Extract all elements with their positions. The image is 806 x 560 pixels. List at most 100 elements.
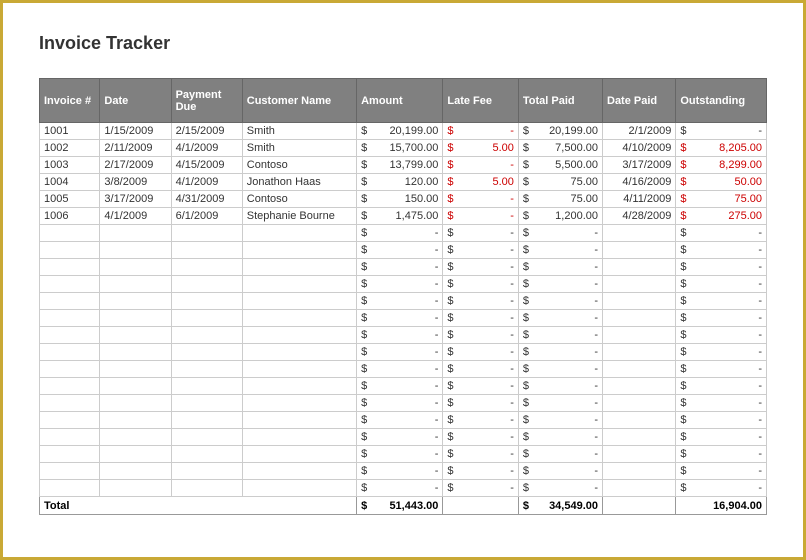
cell-invoice xyxy=(40,412,100,429)
cell-customer xyxy=(242,412,356,429)
header-total-paid: Total Paid xyxy=(518,79,602,123)
cell-customer: Smith xyxy=(242,123,356,140)
cell-totalpaid: $- xyxy=(518,446,602,463)
cell-date xyxy=(100,446,171,463)
cell-customer xyxy=(242,327,356,344)
cell-amount: $- xyxy=(357,259,443,276)
cell-customer: Stephanie Bourne xyxy=(242,208,356,225)
cell-invoice xyxy=(40,463,100,480)
cell-outstanding: $- xyxy=(676,310,767,327)
header-amount: Amount xyxy=(357,79,443,123)
cell-datepaid xyxy=(603,225,676,242)
cell-date xyxy=(100,412,171,429)
cell-latefee: $- xyxy=(443,344,519,361)
table-row: 10064/1/20096/1/2009Stephanie Bourne$1,4… xyxy=(40,208,767,225)
cell-datepaid xyxy=(603,361,676,378)
cell-datepaid xyxy=(603,293,676,310)
cell-customer xyxy=(242,429,356,446)
table-row: $-$-$-$- xyxy=(40,395,767,412)
cell-due: 4/1/2009 xyxy=(171,174,242,191)
cell-outstanding: $- xyxy=(676,361,767,378)
cell-invoice xyxy=(40,242,100,259)
cell-invoice xyxy=(40,429,100,446)
cell-date xyxy=(100,395,171,412)
cell-amount: $- xyxy=(357,242,443,259)
cell-amount: $- xyxy=(357,276,443,293)
cell-latefee: $- xyxy=(443,395,519,412)
cell-due xyxy=(171,310,242,327)
cell-datepaid xyxy=(603,480,676,497)
cell-due xyxy=(171,242,242,259)
total-latefee xyxy=(443,497,519,515)
cell-outstanding: $- xyxy=(676,242,767,259)
cell-amount: $- xyxy=(357,361,443,378)
cell-due: 4/1/2009 xyxy=(171,140,242,157)
cell-datepaid xyxy=(603,344,676,361)
cell-latefee: $- xyxy=(443,412,519,429)
header-row: Invoice # Date Payment Due Customer Name… xyxy=(40,79,767,123)
table-row: $-$-$-$- xyxy=(40,480,767,497)
cell-date xyxy=(100,327,171,344)
cell-datepaid: 4/11/2009 xyxy=(603,191,676,208)
cell-amount: $20,199.00 xyxy=(357,123,443,140)
cell-invoice xyxy=(40,361,100,378)
cell-outstanding: $275.00 xyxy=(676,208,767,225)
cell-totalpaid: $- xyxy=(518,276,602,293)
cell-totalpaid: $- xyxy=(518,480,602,497)
cell-customer: Contoso xyxy=(242,191,356,208)
cell-invoice xyxy=(40,344,100,361)
cell-due xyxy=(171,361,242,378)
header-invoice: Invoice # xyxy=(40,79,100,123)
total-label: Total xyxy=(40,497,357,515)
cell-outstanding: $50.00 xyxy=(676,174,767,191)
cell-amount: $- xyxy=(357,327,443,344)
cell-invoice xyxy=(40,310,100,327)
cell-outstanding: $75.00 xyxy=(676,191,767,208)
total-datepaid xyxy=(603,497,676,515)
cell-outstanding: $- xyxy=(676,259,767,276)
table-row: $-$-$-$- xyxy=(40,327,767,344)
cell-due xyxy=(171,446,242,463)
cell-amount: $- xyxy=(357,429,443,446)
cell-customer xyxy=(242,276,356,293)
cell-customer xyxy=(242,463,356,480)
table-row: $-$-$-$- xyxy=(40,276,767,293)
total-paid: $34,549.00 xyxy=(518,497,602,515)
cell-due xyxy=(171,378,242,395)
cell-date xyxy=(100,378,171,395)
cell-latefee: $- xyxy=(443,378,519,395)
cell-latefee: $- xyxy=(443,225,519,242)
cell-customer xyxy=(242,378,356,395)
cell-date: 2/17/2009 xyxy=(100,157,171,174)
invoice-table: Invoice # Date Payment Due Customer Name… xyxy=(39,78,767,515)
cell-outstanding: $- xyxy=(676,463,767,480)
cell-customer xyxy=(242,310,356,327)
cell-datepaid: 4/10/2009 xyxy=(603,140,676,157)
table-row: 10053/17/20094/31/2009Contoso$150.00$-$7… xyxy=(40,191,767,208)
cell-latefee: $- xyxy=(443,310,519,327)
cell-totalpaid: $- xyxy=(518,344,602,361)
cell-datepaid xyxy=(603,310,676,327)
cell-amount: $- xyxy=(357,293,443,310)
cell-invoice: 1006 xyxy=(40,208,100,225)
cell-totalpaid: $- xyxy=(518,378,602,395)
cell-datepaid: 4/28/2009 xyxy=(603,208,676,225)
cell-datepaid xyxy=(603,378,676,395)
cell-outstanding: $- xyxy=(676,123,767,140)
cell-totalpaid: $1,200.00 xyxy=(518,208,602,225)
cell-customer xyxy=(242,480,356,497)
cell-latefee: $- xyxy=(443,480,519,497)
cell-datepaid: 4/16/2009 xyxy=(603,174,676,191)
cell-customer xyxy=(242,361,356,378)
cell-amount: $13,799.00 xyxy=(357,157,443,174)
cell-totalpaid: $- xyxy=(518,327,602,344)
cell-date: 3/8/2009 xyxy=(100,174,171,191)
table-row: $-$-$-$- xyxy=(40,344,767,361)
cell-outstanding: $- xyxy=(676,429,767,446)
cell-date: 4/1/2009 xyxy=(100,208,171,225)
cell-datepaid xyxy=(603,463,676,480)
cell-totalpaid: $- xyxy=(518,361,602,378)
cell-due: 2/15/2009 xyxy=(171,123,242,140)
cell-amount: $- xyxy=(357,395,443,412)
cell-due: 4/31/2009 xyxy=(171,191,242,208)
